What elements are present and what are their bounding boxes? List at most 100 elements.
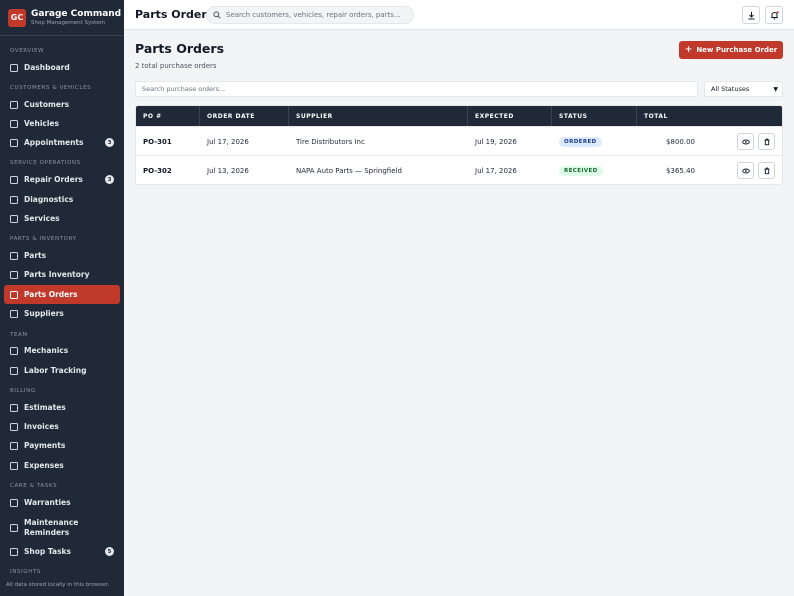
sidebar-item-payments[interactable]: Payments <box>4 436 120 455</box>
dollar-icon <box>10 461 18 470</box>
sidebar-item-warranties[interactable]: Warranties <box>4 493 120 512</box>
status-badge: ORDERED <box>559 136 602 147</box>
section-label-parts-inventory: PARTS & INVENTORY <box>10 236 77 242</box>
brand-subtitle: Shop Management System <box>31 19 106 26</box>
order-date: Jul 13, 2026 <box>207 166 249 175</box>
clipboard-icon <box>10 175 18 184</box>
order-total: $365.40 <box>666 166 695 175</box>
pulse-icon <box>10 195 18 204</box>
brand[interactable]: GC Garage Command Shop Management System <box>0 0 124 36</box>
status-badge: RECEIVED <box>559 165 603 176</box>
delete-order-button[interactable] <box>758 133 775 150</box>
sidebar-item-diagnostics[interactable]: Diagnostics <box>4 190 120 209</box>
section-label-care-tasks: CARE & TASKS <box>10 483 58 489</box>
calendar-icon <box>10 138 18 147</box>
sidebar-item-estimates[interactable]: Estimates <box>4 398 120 417</box>
users-icon <box>10 100 18 109</box>
section-label-billing: BILLING <box>10 388 36 394</box>
sidebar-item-shop-tasks[interactable]: Shop Tasks 5 <box>4 542 120 561</box>
view-order-button[interactable] <box>737 162 754 179</box>
eye-icon <box>741 168 750 173</box>
delete-order-button[interactable] <box>758 162 775 179</box>
download-icon <box>748 11 754 19</box>
wrench-icon <box>10 214 18 223</box>
sidebar-item-appointments[interactable]: Appointments 3 <box>4 133 120 152</box>
building-icon <box>10 309 18 318</box>
section-label-team: TEAM <box>10 332 28 338</box>
brand-title: Garage Command <box>31 8 122 19</box>
global-search[interactable] <box>206 6 414 24</box>
new-purchase-order-button[interactable]: + New Purchase Order <box>679 41 783 59</box>
column-header-total: TOTAL <box>644 112 668 120</box>
column-header-expected: EXPECTED <box>468 106 552 126</box>
column-header-po: PO # <box>136 106 200 126</box>
sidebar-item-suppliers[interactable]: Suppliers <box>4 304 120 323</box>
section-label-service-operations: SERVICE OPERATIONS <box>10 160 81 166</box>
car-icon <box>10 119 18 128</box>
table-header: PO # ORDER DATE SUPPLIER EXPECTED STATUS… <box>136 106 782 126</box>
sidebar-item-expenses[interactable]: Expenses <box>4 456 120 475</box>
table-row[interactable]: PO-302 Jul 13, 2026 NAPA Auto Parts — Sp… <box>136 155 782 184</box>
page-title: Parts Orders <box>135 41 225 56</box>
section-label-overview: OVERVIEW <box>10 48 45 54</box>
sidebar-footer-note: All data stored locally in this browser. <box>6 582 109 588</box>
shield-icon <box>10 498 18 507</box>
hardhat-icon <box>10 346 18 355</box>
column-header-status: STATUS <box>552 106 637 126</box>
order-total: $800.00 <box>666 137 695 146</box>
sidebar-item-maintenance-reminders[interactable]: Maintenance Reminders <box>4 514 120 542</box>
po-number: PO-301 <box>143 137 172 146</box>
expected-date: Jul 19, 2026 <box>475 137 517 146</box>
sidebar-item-dashboard[interactable]: Dashboard <box>4 58 120 77</box>
sidebar-item-customers[interactable]: Customers <box>4 95 120 114</box>
purchase-order-search-input[interactable] <box>135 81 698 97</box>
global-search-input[interactable] <box>226 11 406 19</box>
purchase-orders-table: PO # ORDER DATE SUPPLIER EXPECTED STATUS… <box>135 105 783 185</box>
chevron-down-icon: ▼ <box>773 86 778 93</box>
supplier-name: NAPA Auto Parts — Springfield <box>296 166 402 175</box>
shop-tasks-count-badge: 5 <box>105 547 114 556</box>
checkbox-icon <box>10 547 18 556</box>
section-label-insights: INSIGHTS <box>10 569 41 575</box>
clock-icon <box>10 366 18 375</box>
sidebar-item-mechanics[interactable]: Mechanics <box>4 341 120 360</box>
trash-icon <box>764 138 769 145</box>
sidebar-item-labor-tracking[interactable]: Labor Tracking <box>4 361 120 380</box>
document-icon <box>10 403 18 412</box>
trash-icon <box>764 167 769 174</box>
table-row[interactable]: PO-301 Jul 17, 2026 Tire Distributors In… <box>136 126 782 155</box>
status-filter-select[interactable]: All Statuses ▼ <box>704 81 783 97</box>
card-icon <box>10 441 18 450</box>
order-date: Jul 17, 2026 <box>207 137 249 146</box>
notifications-button[interactable] <box>765 6 783 24</box>
grid-icon <box>10 63 18 72</box>
plus-icon: + <box>684 45 693 55</box>
download-button[interactable] <box>742 6 760 24</box>
repair-orders-count-badge: 3 <box>105 175 114 184</box>
search-icon <box>213 11 221 19</box>
supplier-name: Tire Distributors Inc <box>296 137 365 146</box>
expected-date: Jul 17, 2026 <box>475 166 517 175</box>
topbar-title: Parts Orders <box>135 8 214 21</box>
sidebar: GC Garage Command Shop Management System… <box>0 0 124 596</box>
sidebar-item-parts-inventory[interactable]: Parts Inventory <box>4 265 120 284</box>
sidebar-item-parts[interactable]: Parts <box>4 246 120 265</box>
truck-icon <box>10 290 18 299</box>
eye-icon <box>741 139 750 144</box>
topbar: Parts Orders <box>124 0 794 30</box>
bell-icon <box>770 10 779 20</box>
po-number: PO-302 <box>143 166 172 175</box>
sidebar-item-services[interactable]: Services <box>4 209 120 228</box>
sidebar-item-repair-orders[interactable]: Repair Orders 3 <box>4 170 120 189</box>
invoice-icon <box>10 422 18 431</box>
gear-icon <box>10 251 18 260</box>
bell-icon <box>10 524 18 532</box>
sidebar-item-invoices[interactable]: Invoices <box>4 417 120 436</box>
column-header-supplier: SUPPLIER <box>289 106 468 126</box>
section-label-customers-vehicles: CUSTOMERS & VEHICLES <box>10 85 92 91</box>
column-header-order-date: ORDER DATE <box>200 106 289 126</box>
sidebar-item-parts-orders[interactable]: Parts Orders <box>4 285 120 304</box>
view-order-button[interactable] <box>737 133 754 150</box>
boxes-icon <box>10 270 18 279</box>
sidebar-item-vehicles[interactable]: Vehicles <box>4 114 120 133</box>
